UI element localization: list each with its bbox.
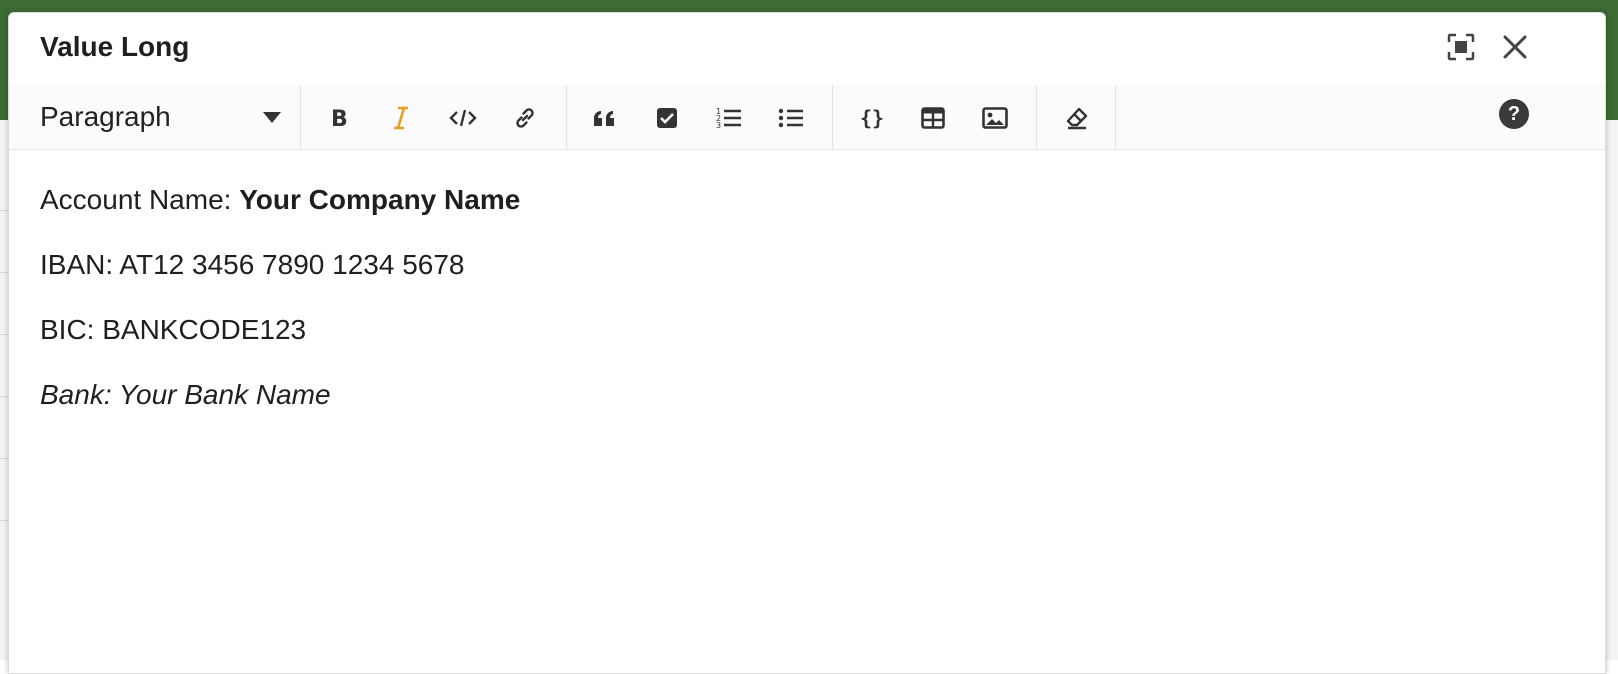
link-button[interactable] bbox=[508, 101, 542, 135]
paragraph-bank: Bank: Your Bank Name bbox=[40, 379, 331, 410]
close-button[interactable] bbox=[1497, 31, 1533, 67]
fullscreen-button[interactable] bbox=[1443, 31, 1479, 67]
close-icon bbox=[1502, 34, 1528, 65]
italic-button[interactable] bbox=[384, 101, 418, 135]
insert-group: {} bbox=[833, 85, 1037, 149]
account-name-value: Your Company Name bbox=[239, 184, 521, 215]
dialog-header: Value Long bbox=[9, 13, 1605, 86]
inline-format-group: B bbox=[301, 85, 567, 149]
block-type-select[interactable]: Paragraph bbox=[9, 85, 301, 149]
checkbox-icon bbox=[656, 107, 678, 129]
fullscreen-icon bbox=[1447, 33, 1475, 66]
clear-format-icon bbox=[1065, 106, 1089, 130]
checklist-button[interactable] bbox=[650, 101, 684, 135]
italic-icon bbox=[390, 105, 412, 131]
bullet-list-button[interactable] bbox=[774, 101, 808, 135]
bold-button[interactable]: B bbox=[322, 101, 356, 135]
dialog-title: Value Long bbox=[40, 31, 190, 62]
svg-text:{}: {} bbox=[860, 106, 883, 130]
paragraph-bic: BIC: BANKCODE123 bbox=[40, 314, 307, 345]
help-button[interactable]: ? bbox=[1499, 99, 1529, 129]
paragraph-account-name: Account Name: Your Company Name bbox=[40, 184, 520, 216]
clear-group bbox=[1037, 85, 1116, 149]
quote-icon bbox=[592, 107, 618, 129]
blockquote-button[interactable] bbox=[588, 101, 622, 135]
ordered-list-icon: 123 bbox=[716, 106, 742, 130]
help-icon: ? bbox=[1507, 102, 1521, 125]
value-long-dialog: Value Long Paragraph B 1 2 3 {} ? Accoun… bbox=[8, 12, 1606, 674]
link-icon bbox=[513, 106, 537, 130]
editor-toolbar: Paragraph B 1 2 3 {} ? bbox=[9, 85, 1605, 150]
svg-text:B: B bbox=[331, 107, 348, 130]
image-icon bbox=[982, 107, 1008, 129]
ordered-list-button[interactable]: 123 bbox=[712, 101, 746, 135]
app-header-background-right bbox=[1606, 0, 1618, 120]
svg-text:3: 3 bbox=[716, 121, 721, 130]
code-block-icon: {} bbox=[859, 106, 883, 130]
bullet-list-icon bbox=[778, 107, 804, 129]
bold-icon: B bbox=[328, 106, 350, 130]
block-format-group: 123 bbox=[567, 85, 833, 149]
table-button[interactable] bbox=[916, 101, 950, 135]
code-block-button[interactable]: {} bbox=[854, 101, 888, 135]
inline-code-button[interactable] bbox=[446, 101, 480, 135]
paragraph-iban: IBAN: AT12 3456 7890 1234 5678 bbox=[40, 249, 465, 280]
account-name-label: Account Name: bbox=[40, 184, 240, 215]
rich-text-editor[interactable]: Account Name: Your Company Name IBAN: AT… bbox=[9, 150, 1605, 673]
code-icon bbox=[449, 107, 477, 129]
image-button[interactable] bbox=[978, 101, 1012, 135]
block-type-value: Paragraph bbox=[40, 101, 171, 132]
clear-formatting-button[interactable] bbox=[1060, 101, 1094, 135]
chevron-down-icon bbox=[263, 112, 281, 123]
table-icon bbox=[921, 107, 945, 129]
